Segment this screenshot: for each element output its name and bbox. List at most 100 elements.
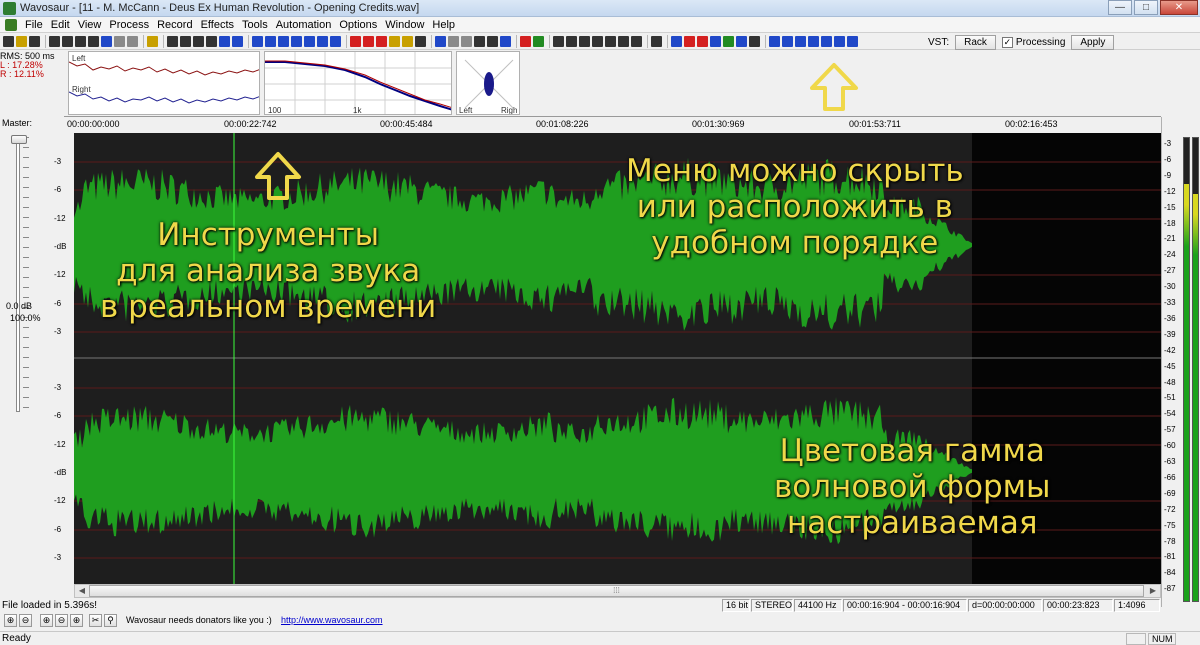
back-icon[interactable] [605,35,616,47]
menu-automation[interactable]: Automation [272,17,336,33]
master-slider-thumb[interactable] [11,135,27,144]
copy-icon[interactable] [62,35,73,47]
marker-icon[interactable] [147,35,158,47]
zoom-in-v-icon[interactable] [795,35,806,47]
menu-effects[interactable]: Effects [197,17,238,33]
loop-end-icon[interactable] [376,35,387,47]
snap-icon[interactable] [474,35,485,47]
open-file-icon[interactable] [16,35,27,47]
maximize-button[interactable]: □ [1134,0,1158,15]
pause-icon[interactable] [579,35,590,47]
rewind-icon[interactable] [592,35,603,47]
zoom-fit-icon[interactable] [821,35,832,47]
zoom-vertical-icon[interactable]: ⊕ [70,614,83,627]
document-icon[interactable] [5,18,17,31]
fade-in-icon[interactable] [252,35,263,47]
dots-icon[interactable] [448,35,459,47]
waveform-icon[interactable] [219,35,230,47]
processing-checkbox[interactable]: ✓ [1001,36,1013,48]
fade-out-icon[interactable] [265,35,276,47]
trim-icon[interactable] [167,35,178,47]
grid-icon[interactable] [500,35,511,47]
website-link[interactable]: http://www.wavosaur.com [281,615,383,625]
snap-tool-icon[interactable]: ✂ [89,614,102,627]
stretch-icon[interactable] [317,35,328,47]
monitor-icon[interactable] [533,35,544,47]
nav-left-icon[interactable] [834,35,845,47]
zoom-all-icon[interactable]: ⊖ [55,614,68,627]
stereo-icon[interactable] [232,35,243,47]
menu-help[interactable]: Help [428,17,459,33]
menu-edit[interactable]: Edit [47,17,74,33]
nav-right-icon[interactable] [847,35,858,47]
undo-icon[interactable] [114,35,125,47]
invert-icon[interactable] [291,35,302,47]
master-slider-track[interactable] [16,137,20,412]
unlock-icon[interactable] [402,35,413,47]
reverse-icon[interactable] [304,35,315,47]
paste-icon[interactable] [75,35,86,47]
normalize-icon[interactable] [278,35,289,47]
menu-options[interactable]: Options [335,17,381,33]
record-icon[interactable] [520,35,531,47]
lock-icon[interactable] [389,35,400,47]
play-icon[interactable] [553,35,564,47]
analyzer-icon[interactable] [671,35,682,47]
menu-process[interactable]: Process [105,17,153,33]
menu-window[interactable]: Window [381,17,428,33]
horizontal-scrollbar[interactable]: ◀ ⁞⁞⁞ ▶ [74,584,1161,598]
db-label: -3 [54,157,62,166]
save-icon[interactable] [29,35,40,47]
meter-scale-label: -78 [1164,536,1176,546]
envelope-icon[interactable] [435,35,446,47]
pen-tool-icon[interactable] [749,35,760,47]
menu-view[interactable]: View [74,17,106,33]
vst-apply-button[interactable]: Apply [1071,34,1115,50]
oscilloscope-panel[interactable]: Left Right [68,51,260,115]
zoom-in-h-icon[interactable] [769,35,780,47]
silence-icon[interactable] [193,35,204,47]
phase-icon[interactable] [710,35,721,47]
menu-file[interactable]: File [21,17,47,33]
gain-icon[interactable] [330,35,341,47]
new-file-icon[interactable] [3,35,14,47]
loop-icon[interactable] [651,35,662,47]
zoom-in-icon[interactable]: ⊕ [4,614,17,627]
close-x-icon[interactable] [487,35,498,47]
zoom-selection-icon[interactable]: ⊕ [40,614,53,627]
zoom-out-icon[interactable]: ⊖ [19,614,32,627]
mix-paste-icon[interactable] [101,35,112,47]
scroll-left-arrow[interactable]: ◀ [75,585,89,597]
scope-icon[interactable] [697,35,708,47]
magnet-icon[interactable]: ⚲ [104,614,117,627]
wavosaur-app-icon[interactable] [3,1,16,15]
crop-icon[interactable] [180,35,191,47]
timeline-ruler[interactable]: 00:00:00:000 00:00:22:742 00:00:45:484 0… [64,117,1161,133]
slice-icon[interactable] [350,35,361,47]
menu-record[interactable]: Record [153,17,196,33]
waveform-editor[interactable]: Инструменты для анализа звука в реальном… [74,133,1161,584]
zoom-out-v-icon[interactable] [808,35,819,47]
scroll-right-arrow[interactable]: ▶ [1146,585,1160,597]
eq-icon[interactable] [723,35,734,47]
spectrum-icon[interactable] [684,35,695,47]
cut-icon[interactable] [49,35,60,47]
zoom-out-h-icon[interactable] [782,35,793,47]
dash-icon[interactable] [461,35,472,47]
close-button[interactable]: ✕ [1160,0,1198,15]
scroll-thumb[interactable]: ⁞⁞⁞ [89,585,1144,597]
paste-new-icon[interactable] [88,35,99,47]
loop-start-icon[interactable] [363,35,374,47]
spectrum-panel[interactable]: 100 1k [264,51,452,115]
bars-icon[interactable] [736,35,747,47]
minimize-button[interactable]: — [1108,0,1132,15]
menu-tools[interactable]: Tools [238,17,272,33]
phase-scope-panel[interactable]: Left Righ [456,51,520,115]
redo-icon[interactable] [127,35,138,47]
vst-rack-button[interactable]: Rack [955,34,996,50]
forward-icon[interactable] [618,35,629,47]
pencil-icon[interactable] [206,35,217,47]
fast-forward-icon[interactable] [631,35,642,47]
stop-icon[interactable] [566,35,577,47]
trash-icon[interactable] [415,35,426,47]
